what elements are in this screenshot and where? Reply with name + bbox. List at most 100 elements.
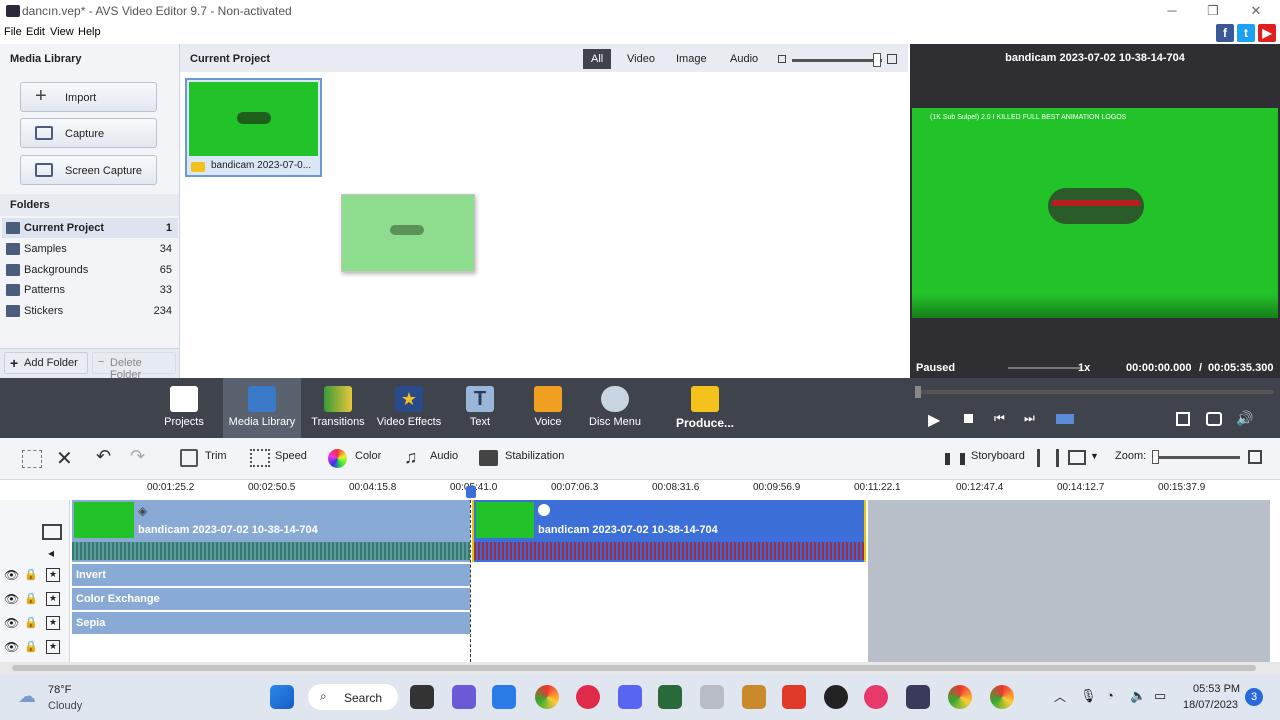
facebook-icon[interactable]: f [1216,24,1234,42]
folder-stickers[interactable]: Stickers 234 [2,301,178,321]
eye-icon[interactable]: 👁 [4,616,19,630]
video-clip-1[interactable]: bandicam 2023-07-02 10-38-14-704 ◈ [72,500,470,562]
taskbar-search[interactable]: ⌕ Search [308,684,398,710]
clock-date[interactable]: 18/07/2023 [1183,699,1238,711]
avs-editor-icon[interactable] [906,685,930,709]
effect-star-icon[interactable]: ★ [46,592,60,606]
discord-icon[interactable] [618,685,642,709]
chat-icon[interactable] [452,685,476,709]
filter-audio[interactable]: Audio [722,49,766,69]
delete-icon[interactable]: ✕ [56,446,73,471]
anydesk-icon[interactable] [782,685,806,709]
seek-handle[interactable] [915,386,921,398]
fit-zoom-icon[interactable] [1248,450,1262,464]
zoom-slider[interactable] [1156,456,1240,459]
temperature[interactable]: 78°F [48,684,71,696]
lock-icon[interactable]: 🔒 [24,568,38,581]
speaker-icon[interactable]: 🔈 [1130,688,1146,704]
notification-badge[interactable]: 3 [1245,688,1263,706]
folder-current-project[interactable]: Current Project 1 [2,218,178,238]
minimize-button[interactable]: ─ [1162,2,1182,20]
microphone-tray-icon[interactable]: 🎙 [1080,688,1097,704]
produce-button[interactable]: Produce... [670,378,740,438]
add-folder-button[interactable]: + Add Folder [4,352,88,374]
app-star-icon[interactable] [658,685,682,709]
projects-button[interactable]: Projects [154,378,214,438]
effect-star-icon[interactable]: ★ [46,616,60,630]
video-effects-button[interactable]: ★ Video Effects [376,378,442,438]
music-note-icon[interactable]: ♫ [404,447,418,468]
clock-time[interactable]: 05:53 PM [1193,683,1240,695]
close-button[interactable]: ✕ [1246,2,1266,20]
effect-invert[interactable]: Invert [72,564,470,586]
audio-mixer-icon[interactable] [1037,449,1059,467]
media-thumbnail[interactable]: bandicam 2023-07-0... [185,78,322,177]
menu-file[interactable]: File [4,26,22,38]
lock-icon[interactable]: 🔒 [24,640,38,653]
display-mode-icon[interactable] [1068,450,1086,465]
filter-all[interactable]: All [583,49,612,69]
timeline-scrollbar[interactable] [0,662,1280,674]
twitter-icon[interactable]: t [1237,24,1255,42]
play-icon[interactable]: ▶ [928,410,940,430]
youtube-icon[interactable]: ▶ [1258,24,1276,42]
import-button[interactable]: + Import [20,82,157,112]
chrome-icon[interactable] [535,685,559,709]
timeline-ruler[interactable]: 00:01:25.2 00:02:50.5 00:04:15.8 00:05:4… [70,480,1270,500]
voice-button[interactable]: Voice [520,378,576,438]
folder-samples[interactable]: Samples 34 [2,239,178,259]
menu-view[interactable]: View [50,26,74,38]
split-icon[interactable] [1056,414,1074,424]
media-library-button[interactable]: Media Library [223,378,301,438]
video-clip-2[interactable]: bandicam 2023-07-02 10-38-14-704 [472,500,866,562]
eye-icon[interactable]: 👁 [4,568,19,582]
screen-capture-button[interactable]: Screen Capture [20,155,157,185]
thumb-size-slider[interactable] [792,59,882,62]
task-view-icon[interactable] [410,685,434,709]
folder-backgrounds[interactable]: Backgrounds 65 [2,260,178,280]
game-icon[interactable] [742,685,766,709]
storyboard-icon[interactable] [945,453,965,465]
audio-button[interactable]: Audio [430,450,458,462]
speed-icon[interactable] [250,449,270,467]
fullscreen-icon[interactable] [1176,412,1190,426]
transitions-button[interactable]: Transitions [308,378,368,438]
battery-icon[interactable]: ▭ [1154,688,1166,704]
effect-star-icon[interactable]: ★ [46,640,60,654]
text-button[interactable]: T Text [452,378,508,438]
app-gray-icon[interactable] [700,685,724,709]
next-frame-icon[interactable]: ⏭ [1024,411,1035,426]
trim-icon[interactable] [180,449,198,467]
small-thumb-icon[interactable] [778,55,786,63]
playback-seekbar[interactable] [916,390,1274,394]
redo-icon[interactable]: ↷ [130,446,145,467]
speed-button[interactable]: Speed [275,450,307,462]
large-thumb-icon[interactable] [887,54,897,64]
lock-icon[interactable]: 🔒 [24,592,38,605]
menu-help[interactable]: Help [78,26,101,38]
stabilization-button[interactable]: Stabilization [505,450,564,462]
speed-slider[interactable] [1008,367,1082,369]
volume-icon[interactable]: 🔊 [1236,410,1253,427]
scrollbar-thumb[interactable] [12,665,1256,671]
zoom-handle[interactable] [1152,450,1159,464]
effect-sepia[interactable]: Sepia [72,612,470,634]
effect-star-icon[interactable]: ★ [46,568,60,582]
filter-video[interactable]: Video [619,49,663,69]
chrome-profile-2-icon[interactable] [990,685,1014,709]
slider-handle[interactable] [873,53,881,67]
storyboard-button[interactable]: Storyboard [971,450,1025,462]
chrome-profile-icon[interactable] [948,685,972,709]
menu-edit[interactable]: Edit [26,26,45,38]
chevron-up-icon[interactable]: ︿ [1054,688,1066,705]
lock-icon[interactable]: 🔒 [24,616,38,629]
maximize-button[interactable]: ❐ [1203,2,1223,20]
zoom-app-icon[interactable] [492,685,516,709]
color-button[interactable]: Color [355,450,381,462]
chevron-down-icon[interactable]: ▼ [1090,451,1099,461]
wifi-icon[interactable]: ◔ [1106,688,1114,703]
undo-icon[interactable]: ↶ [96,446,111,467]
audio-track-icon[interactable]: ◂ [48,546,54,560]
select-icon[interactable] [22,450,42,468]
stabilization-icon[interactable] [479,450,498,466]
